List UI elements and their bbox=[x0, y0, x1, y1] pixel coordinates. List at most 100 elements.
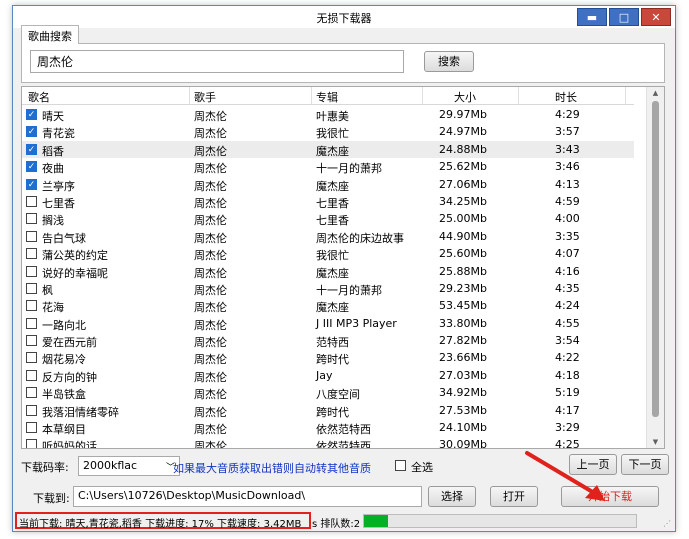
column-header-duration[interactable]: 时长 bbox=[555, 89, 577, 105]
song-album: 跨时代 bbox=[316, 405, 349, 419]
table-row[interactable]: ✓ 晴天 周杰伦 叶惠美 29.97Mb 4:29 bbox=[22, 106, 634, 123]
song-artist: 周杰伦 bbox=[194, 283, 227, 297]
column-header-album[interactable]: 专辑 bbox=[316, 89, 338, 105]
row-checkbox[interactable] bbox=[26, 300, 37, 312]
row-checkbox[interactable] bbox=[26, 422, 37, 434]
column-divider[interactable] bbox=[518, 87, 519, 104]
row-checkbox[interactable] bbox=[26, 248, 37, 260]
scrollbar-thumb[interactable] bbox=[652, 101, 659, 417]
song-album: 依然范特西 bbox=[316, 440, 371, 449]
song-duration: 4:17 bbox=[555, 403, 580, 417]
column-divider[interactable] bbox=[422, 87, 423, 104]
close-button[interactable]: ✕ bbox=[641, 8, 671, 26]
row-checkbox[interactable] bbox=[26, 335, 37, 347]
song-name: 青花瓷 bbox=[42, 127, 75, 141]
table-row[interactable]: 花海 周杰伦 魔杰座 53.45Mb 4:24 bbox=[22, 297, 634, 314]
table-row[interactable]: 反方向的钟 周杰伦 Jay 27.03Mb 4:18 bbox=[22, 367, 634, 384]
song-size: 24.10Mb bbox=[439, 421, 487, 435]
table-row[interactable]: 七里香 周杰伦 七里香 34.25Mb 4:59 bbox=[22, 193, 634, 210]
tab-song-search[interactable]: 歌曲搜索 bbox=[21, 25, 79, 44]
table-row[interactable]: 蒲公英的约定 周杰伦 我很忙 25.60Mb 4:07 bbox=[22, 245, 634, 262]
row-checkbox[interactable] bbox=[26, 387, 37, 399]
row-checkbox[interactable] bbox=[26, 352, 37, 364]
song-artist: 周杰伦 bbox=[194, 110, 227, 123]
row-checkbox[interactable] bbox=[26, 265, 37, 277]
row-checkbox[interactable] bbox=[26, 213, 37, 225]
row-checkbox[interactable]: ✓ bbox=[26, 161, 37, 173]
progress-fill bbox=[364, 515, 389, 527]
select-all-label[interactable]: 全选 bbox=[411, 459, 433, 475]
maximize-button[interactable]: □ bbox=[609, 8, 639, 26]
song-list: 歌名 歌手 专辑 大小 时长 ✓ 晴天 周杰伦 叶惠美 29.97Mb 4:29 ✓ 青花瓷周… bbox=[21, 86, 665, 449]
row-checkbox[interactable] bbox=[26, 369, 37, 381]
table-row[interactable]: ✓ 青花瓷 周杰伦 我很忙 24.97Mb 3:57 bbox=[22, 123, 634, 140]
row-checkbox[interactable] bbox=[26, 195, 37, 207]
song-size: 24.97Mb bbox=[439, 125, 487, 139]
song-artist: 周杰伦 bbox=[194, 405, 227, 419]
song-artist: 周杰伦 bbox=[194, 127, 227, 141]
window-title: 无损下载器 bbox=[316, 12, 372, 25]
row-checkbox[interactable] bbox=[26, 317, 37, 329]
table-row[interactable]: 一路向北 周杰伦 J III MP3 Player 33.80Mb 4:55 bbox=[22, 315, 634, 332]
song-name: 枫 bbox=[42, 283, 53, 297]
scroll-down-icon[interactable]: ▼ bbox=[647, 438, 664, 446]
column-divider[interactable] bbox=[189, 87, 190, 104]
rate-select[interactable]: 2000kflac ﹀ bbox=[78, 456, 180, 476]
table-row[interactable]: 说好的幸福呢 周杰伦 魔杰座 25.88Mb 4:16 bbox=[22, 263, 634, 280]
song-size: 27.03Mb bbox=[439, 368, 487, 382]
song-name: 反方向的钟 bbox=[42, 370, 97, 384]
row-checkbox[interactable]: ✓ bbox=[26, 126, 37, 138]
column-header-name[interactable]: 歌名 bbox=[28, 89, 50, 105]
table-row[interactable]: ✓ 夜曲 周杰伦 十一月的萧邦 25.62Mb 3:46 bbox=[22, 158, 634, 175]
scroll-up-icon[interactable]: ▲ bbox=[647, 89, 664, 97]
next-page-button[interactable]: 下一页 bbox=[621, 454, 669, 475]
table-row[interactable]: ✓ 稻香 周杰伦 魔杰座 24.88Mb 3:43 bbox=[22, 140, 634, 159]
song-size: 27.82Mb bbox=[439, 334, 487, 348]
song-name: 烟花易冷 bbox=[42, 353, 86, 367]
table-row[interactable]: 枫 周杰伦 十一月的萧邦 29.23Mb 4:35 bbox=[22, 280, 634, 297]
column-header-size[interactable]: 大小 bbox=[454, 89, 476, 105]
table-row[interactable]: 我落泪情绪零碎 周杰伦 跨时代 27.53Mb 4:17 bbox=[22, 402, 634, 419]
select-all-checkbox[interactable] bbox=[395, 460, 406, 471]
minimize-button[interactable]: ▬ bbox=[577, 8, 607, 26]
search-button[interactable]: 搜索 bbox=[424, 51, 474, 72]
song-duration: 3:35 bbox=[555, 229, 580, 243]
table-row[interactable]: 告白气球 周杰伦 周杰伦的床边故事 44.90Mb 3:35 bbox=[22, 228, 634, 245]
row-checkbox[interactable] bbox=[26, 230, 37, 242]
table-row[interactable]: 爱在西元前 周杰伦 范特西 27.82Mb 3:54 bbox=[22, 332, 634, 349]
title-bar[interactable]: 无损下载器 ▬ □ ✕ bbox=[13, 6, 675, 28]
row-checkbox[interactable] bbox=[26, 439, 37, 448]
song-size: 30.09Mb bbox=[439, 438, 487, 449]
vertical-scrollbar[interactable]: ▲ ▼ bbox=[646, 87, 664, 448]
row-checkbox[interactable]: ✓ bbox=[26, 109, 37, 120]
song-size: 29.23Mb bbox=[439, 281, 487, 295]
queue-status: s 排队数:2 bbox=[312, 519, 361, 530]
close-icon: ✕ bbox=[651, 10, 661, 24]
row-checkbox[interactable] bbox=[26, 404, 37, 416]
column-divider[interactable] bbox=[311, 87, 312, 104]
row-checkbox[interactable]: ✓ bbox=[26, 178, 37, 190]
row-checkbox[interactable] bbox=[26, 282, 37, 294]
window-controls: ▬ □ ✕ bbox=[577, 8, 671, 26]
table-row[interactable]: 搁浅 周杰伦 七里香 25.00Mb 4:00 bbox=[22, 210, 634, 227]
column-divider[interactable] bbox=[625, 87, 626, 104]
table-row[interactable]: 本草纲目 周杰伦 依然范特西 24.10Mb 3:29 bbox=[22, 419, 634, 436]
resize-grip-icon[interactable]: ⋰ bbox=[663, 519, 671, 528]
table-row[interactable]: 半岛铁盒 周杰伦 八度空间 34.92Mb 5:19 bbox=[22, 384, 634, 401]
download-path-input[interactable]: C:\Users\10726\Desktop\MusicDownload\ bbox=[73, 486, 422, 507]
song-size: 29.97Mb bbox=[439, 108, 487, 121]
song-artist: 周杰伦 bbox=[194, 353, 227, 367]
search-input[interactable] bbox=[30, 50, 404, 73]
song-name: 听妈妈的话 bbox=[42, 440, 97, 449]
table-row[interactable]: ✓ 兰亭序 周杰伦 魔杰座 27.06Mb 4:13 bbox=[22, 176, 634, 193]
song-size: 27.53Mb bbox=[439, 403, 487, 417]
song-artist: 周杰伦 bbox=[194, 214, 227, 228]
table-row[interactable]: 烟花易冷 周杰伦 跨时代 23.66Mb 4:22 bbox=[22, 349, 634, 366]
song-size: 44.90Mb bbox=[439, 229, 487, 243]
column-header-artist[interactable]: 歌手 bbox=[194, 89, 216, 105]
song-album: 十一月的萧邦 bbox=[316, 162, 382, 176]
song-album: 七里香 bbox=[316, 214, 349, 228]
browse-button[interactable]: 选择 bbox=[428, 486, 476, 507]
row-checkbox[interactable]: ✓ bbox=[26, 143, 37, 155]
rate-value: 2000kflac bbox=[83, 459, 138, 472]
